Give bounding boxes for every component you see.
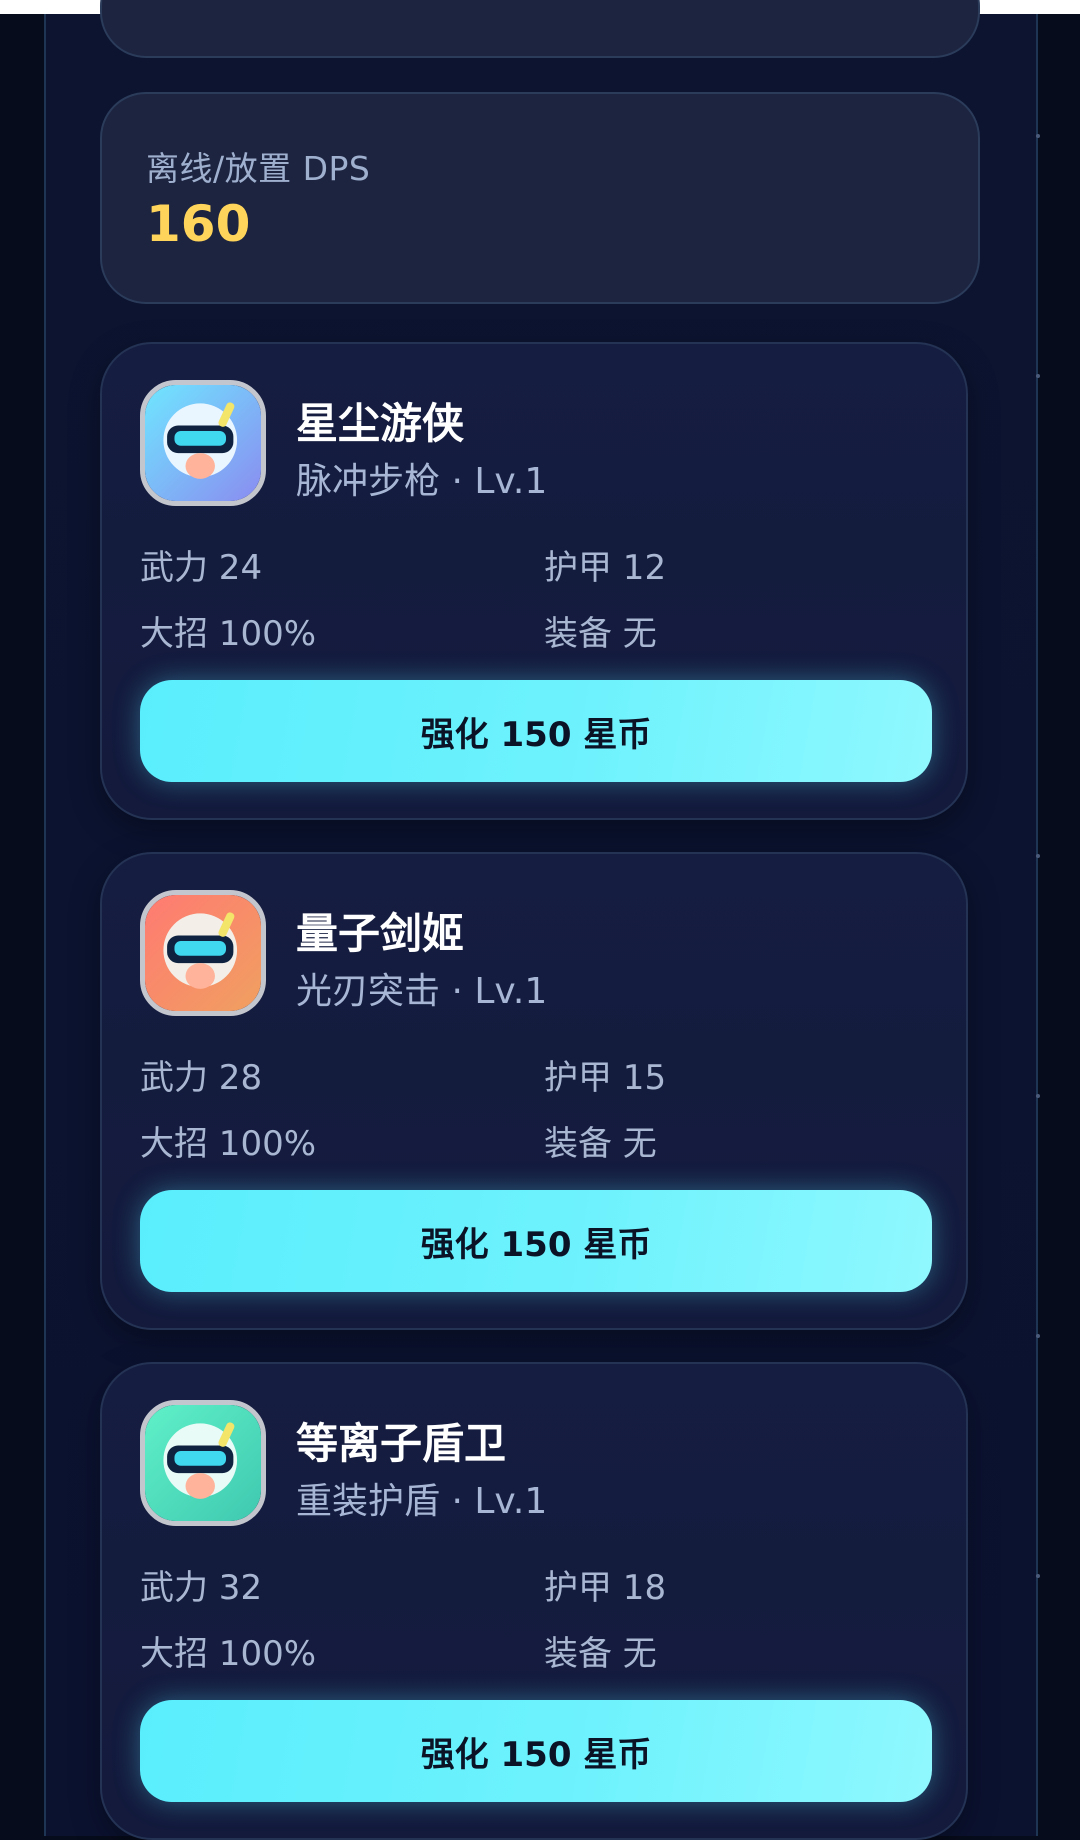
hero-avatar [140,380,266,506]
hero-ultimate: 大招 100% [140,1634,317,1674]
hero-power: 武力 24 [140,548,263,588]
scroll-rail-dot [1036,1094,1040,1098]
hero-avatar [140,1400,266,1526]
hero-armor: 护甲 12 [544,548,667,588]
hero-equipment: 装备 无 [544,1634,657,1674]
hero-class-level: 脉冲步枪 · Lv.1 [296,461,548,502]
hero-card: 等离子盾卫 重装护盾 · Lv.1 武力 32 护甲 18 大招 100% 装备… [100,1362,968,1840]
hero-name: 量子剑姬 [296,909,465,958]
dps-label: 离线/放置 DPS [146,149,371,188]
hero-equipment: 装备 无 [544,614,657,654]
hero-name: 星尘游侠 [296,399,465,448]
scroll-rail-dot [1036,1574,1040,1578]
dps-value: 160 [146,195,251,253]
robot-head-icon [145,385,261,501]
upgrade-button[interactable]: 强化 150 星币 [140,1700,932,1802]
hero-armor: 护甲 15 [544,1058,667,1098]
robot-head-icon [145,1405,261,1521]
upgrade-button[interactable]: 强化 150 星币 [140,1190,932,1292]
hero-class-level: 重装护盾 · Lv.1 [296,1481,548,1522]
hero-card: 星尘游侠 脉冲步枪 · Lv.1 武力 24 护甲 12 大招 100% 装备 … [100,342,968,820]
hero-name: 等离子盾卫 [296,1419,507,1468]
hero-ultimate: 大招 100% [140,1124,317,1164]
scroll-rail-dot [1036,1334,1040,1338]
scroll-rail-dot [1036,374,1040,378]
upgrade-button[interactable]: 强化 150 星币 [140,680,932,782]
hero-power: 武力 32 [140,1568,263,1608]
hero-power: 武力 28 [140,1058,263,1098]
scroll-rail-dot [1036,854,1040,858]
hero-armor: 护甲 18 [544,1568,667,1608]
hero-class-level: 光刃突击 · Lv.1 [296,971,548,1012]
hero-equipment: 装备 无 [544,1124,657,1164]
hero-ultimate: 大招 100% [140,614,317,654]
hero-avatar [140,890,266,1016]
previous-stat-card [100,0,980,58]
hero-card: 量子剑姬 光刃突击 · Lv.1 武力 28 护甲 15 大招 100% 装备 … [100,852,968,1330]
scroll-rail-dot [1036,134,1040,138]
robot-head-icon [145,895,261,1011]
